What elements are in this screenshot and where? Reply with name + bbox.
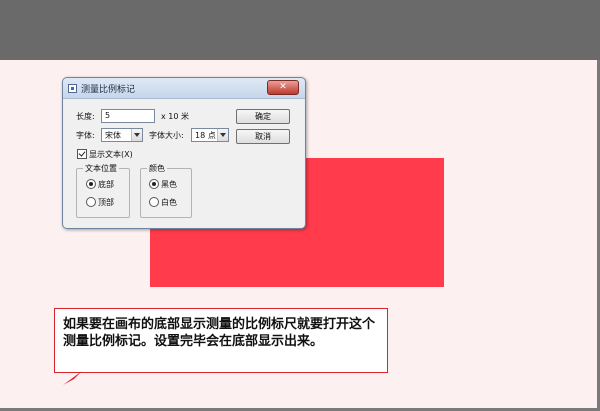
checkmark-icon (78, 149, 86, 157)
chevron-down-icon (217, 129, 228, 141)
show-text-checkbox[interactable] (77, 149, 87, 159)
radio-black[interactable] (149, 179, 159, 189)
length-label: 长度: (76, 112, 95, 121)
ok-button[interactable]: 确定 (236, 109, 290, 124)
text-position-group (76, 168, 130, 218)
dialog-titlebar[interactable]: 测量比例标记 ✕ (63, 78, 305, 99)
length-unit: x 10 米 (161, 112, 189, 121)
chevron-down-icon (131, 129, 142, 141)
radio-black-label: 黑色 (161, 180, 177, 189)
fontsize-select[interactable]: 18 点 (191, 128, 229, 142)
radio-top-label: 顶部 (98, 198, 114, 207)
callout-text: 如果要在画布的底部显示测量的比例标尺就要打开这个测量比例标记。设置完毕会在底部显… (63, 317, 376, 349)
show-text-label: 显示文本(X) (89, 150, 133, 159)
text-position-title: 文本位置 (83, 163, 119, 174)
color-group (140, 168, 192, 218)
radio-bottom[interactable] (86, 179, 96, 189)
callout-pointer (63, 371, 82, 385)
font-value: 宋体 (105, 131, 121, 140)
fontsize-value: 18 点 (195, 131, 216, 140)
radio-top[interactable] (86, 197, 96, 207)
radio-white[interactable] (149, 197, 159, 207)
dialog-body: 长度: 5 x 10 米 确定 字体: 宋体 字体大小: 18 点 取消 显示文… (64, 99, 304, 227)
dialog-title: 测量比例标记 (81, 85, 136, 95)
font-label: 字体: (76, 131, 95, 140)
top-dark-band (0, 0, 600, 60)
length-value: 5 (105, 111, 111, 120)
instruction-callout: 如果要在画布的底部显示测量的比例标尺就要打开这个测量比例标记。设置完毕会在底部显… (54, 308, 388, 373)
color-group-title: 颜色 (147, 163, 167, 174)
radio-white-label: 白色 (161, 198, 177, 207)
close-icon: ✕ (279, 82, 287, 92)
fontsize-label: 字体大小: (149, 131, 184, 140)
radio-bottom-label: 底部 (98, 180, 114, 189)
cancel-button[interactable]: 取消 (236, 129, 290, 144)
length-input[interactable]: 5 (101, 109, 155, 123)
measure-scale-dialog: 测量比例标记 ✕ 长度: 5 x 10 米 确定 字体: 宋体 字体大小: 18… (62, 77, 306, 229)
close-button[interactable]: ✕ (267, 80, 299, 95)
window-app-icon (68, 84, 77, 93)
font-select[interactable]: 宋体 (101, 128, 143, 142)
